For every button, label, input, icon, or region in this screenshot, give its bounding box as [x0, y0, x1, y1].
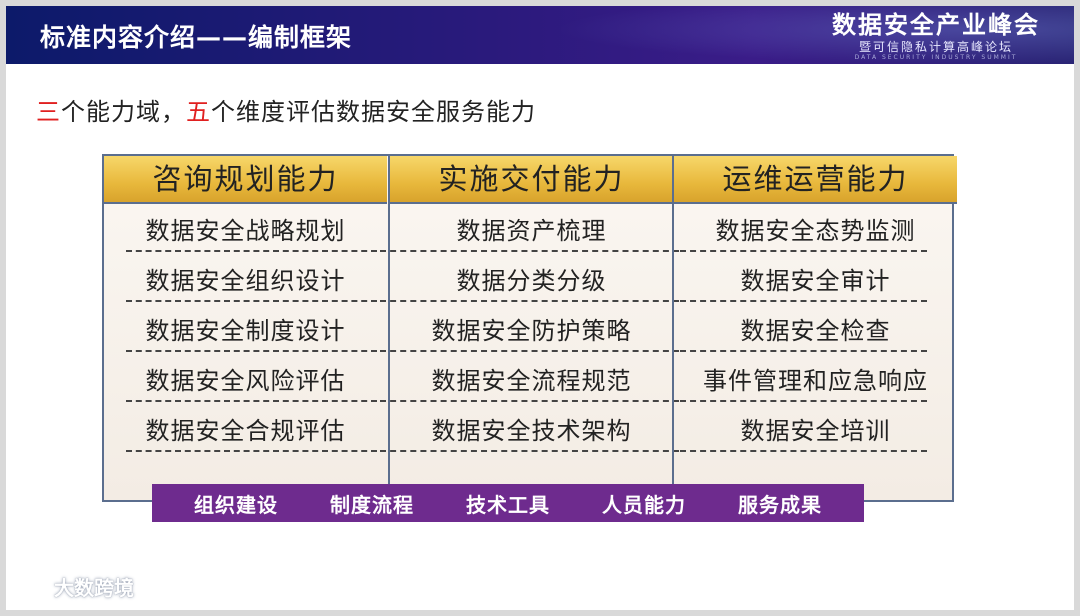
table-item: 事件管理和应急响应 [674, 354, 957, 404]
watermark-logo-icon [6, 579, 49, 595]
dimension-label: 组织建设 [194, 492, 278, 517]
table-item: 数据安全战略规划 [104, 204, 387, 254]
table-item: 数据安全审计 [674, 254, 957, 304]
watermark: 大数跨境 [4, 572, 134, 601]
column-consulting: 咨询规划能力 数据安全战略规划 数据安全组织设计 数据安全制度设计 数据安全风险… [104, 156, 387, 500]
table-item: 数据安全态势监测 [674, 204, 957, 254]
watermark-text: 大数跨境 [54, 576, 134, 600]
framework-table: 咨询规划能力 数据安全战略规划 数据安全组织设计 数据安全制度设计 数据安全风险… [102, 154, 957, 502]
brand-subtitle: 暨可信隐私计算高峰论坛 [858, 40, 1013, 54]
table-item: 数据安全流程规范 [380, 354, 679, 404]
dimension-bar: 组织建设 制度流程 技术工具 人员能力 服务成果 [152, 484, 864, 522]
column-header: 运维运营能力 [674, 156, 957, 204]
column-operations: 运维运营能力 数据安全态势监测 数据安全审计 数据安全检查 事件管理和应急响应 … [672, 156, 957, 500]
intro-number-five: 五 [186, 98, 211, 126]
brand-logo: 数据安全产业峰会 暨可信隐私计算高峰论坛 DATA SECURITY INDUS… [832, 10, 1040, 62]
intro-text-1: 个能力域， [61, 98, 186, 126]
table-item: 数据安全组织设计 [104, 254, 387, 304]
column-header: 实施交付能力 [390, 156, 673, 204]
page-title: 标准内容介绍——编制框架 [40, 23, 353, 52]
dimension-label: 技术工具 [466, 492, 550, 517]
intro-text-2: 个维度评估数据安全服务能力 [211, 98, 536, 126]
intro-number-three: 三 [36, 98, 61, 126]
table-item: 数据安全培训 [674, 404, 957, 454]
header-banner: 标准内容介绍——编制框架 数据安全产业峰会 暨可信隐私计算高峰论坛 DATA S… [6, 6, 1074, 64]
table-item: 数据安全技术架构 [380, 404, 679, 454]
slide: 标准内容介绍——编制框架 数据安全产业峰会 暨可信隐私计算高峰论坛 DATA S… [6, 6, 1074, 610]
table-item: 数据安全合规评估 [104, 404, 387, 454]
brand-name: 数据安全产业峰会 [832, 11, 1040, 39]
table-item: 数据安全检查 [674, 304, 957, 354]
column-delivery: 实施交付能力 数据资产梳理 数据分类分级 数据安全防护策略 数据安全流程规范 数… [380, 156, 679, 500]
table-item: 数据安全制度设计 [104, 304, 387, 354]
intro-line: 三个能力域，五个维度评估数据安全服务能力 [36, 92, 536, 127]
dimension-label: 制度流程 [330, 492, 414, 517]
table-item: 数据安全风险评估 [104, 354, 387, 404]
dimension-label: 人员能力 [602, 492, 686, 517]
dimension-label: 服务成果 [738, 492, 822, 517]
table-item: 数据分类分级 [380, 254, 679, 304]
table-item: 数据资产梳理 [380, 204, 679, 254]
table-item: 数据安全防护策略 [380, 304, 679, 354]
brand-english: DATA SECURITY INDUSTRY SUMMIT [854, 54, 1018, 61]
column-header: 咨询规划能力 [104, 156, 387, 204]
